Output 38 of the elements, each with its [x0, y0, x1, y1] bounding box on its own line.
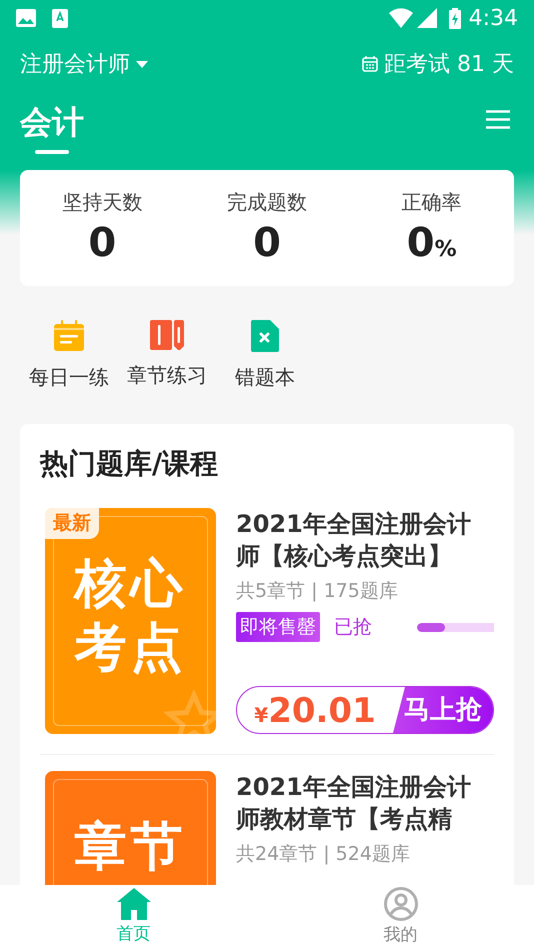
stat-label: 坚持天数: [62, 189, 142, 216]
menu-icon[interactable]: [486, 110, 510, 129]
calendar-icon: [53, 320, 85, 352]
cover-title: 章节: [74, 816, 186, 879]
course-item[interactable]: 最新 核心 考点 2021年全国注册会计师【核心考点突出】 共5章节 | 175题库 即将售罄 已抢 ¥20.01 马上抢: [40, 508, 494, 754]
course-meta: 共24章节 | 524题库: [236, 842, 411, 867]
stat-value: 0: [88, 219, 116, 268]
shortcut-button[interactable]: 错题本: [216, 320, 314, 424]
calendar-icon: [362, 56, 378, 72]
signal-icon: [416, 8, 437, 28]
home-icon: [116, 888, 150, 920]
exam-countdown: 距考试 81 天: [384, 50, 514, 78]
keyboard-icon: [52, 8, 68, 28]
shortcut-button[interactable]: 章节练习: [118, 320, 216, 424]
image-icon: [16, 9, 36, 27]
sale-tag: 即将售罄: [236, 612, 320, 642]
course-title: 2021年全国注册会计师【核心考点突出】: [236, 509, 472, 572]
sold-label: 已抢: [334, 614, 372, 640]
section-title: 热门题库/课程: [40, 446, 220, 482]
nav-tab[interactable]: 我的: [267, 885, 534, 950]
stat-label: 完成题数: [226, 189, 307, 216]
cover-badge: 最新: [45, 508, 99, 538]
status-time: 4:34: [468, 4, 518, 32]
document-icon: [251, 320, 279, 352]
wifi-icon: [388, 8, 413, 28]
cover-title: 核心: [74, 553, 186, 616]
course-meta: 共5章节 | 175题库: [236, 579, 399, 604]
profile-icon: [384, 886, 418, 921]
course-title: 2021年全国注册会计师教材章节【考点精: [236, 772, 472, 835]
stat-value: 0%: [406, 219, 457, 268]
caret-icon: [136, 60, 148, 68]
stat-label: 正确率: [402, 189, 462, 216]
battery-icon: [448, 8, 461, 28]
book-icon: [150, 320, 184, 350]
stat-value: 0: [253, 219, 281, 268]
buy-button[interactable]: ¥20.01 马上抢: [236, 686, 494, 734]
cover-title: 考点: [74, 617, 186, 680]
shortcut-button[interactable]: 每日一练: [20, 320, 118, 424]
